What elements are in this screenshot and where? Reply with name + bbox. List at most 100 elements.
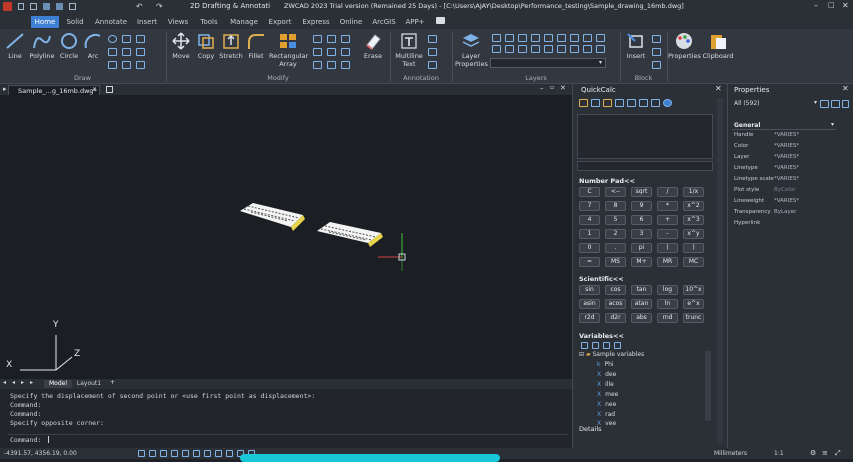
menu-icon[interactable]: ▸ [3, 85, 7, 93]
tab-app-plus[interactable]: APP+ [404, 16, 426, 28]
drawing-canvas[interactable]: X Y Z [0, 95, 572, 379]
next-layout-icon[interactable]: ▸ [21, 379, 24, 386]
circle-tool[interactable]: Circle [57, 32, 81, 60]
dimension-icon[interactable] [428, 35, 437, 43]
lineweight-toggle-icon[interactable] [204, 450, 211, 457]
variable-item[interactable]: k Phi [597, 361, 614, 368]
properties-tool[interactable]: Properties [668, 32, 701, 60]
layer-filter-icon[interactable] [596, 45, 605, 53]
arc-tool[interactable]: Arc [82, 32, 104, 60]
layer-lock-icon[interactable] [518, 34, 527, 42]
open-icon[interactable] [30, 3, 37, 10]
get-coordinates-icon[interactable] [615, 99, 624, 107]
layer-properties-tool[interactable]: Layer Properties [455, 32, 488, 68]
first-layout-icon[interactable]: ◂ [3, 379, 6, 386]
property-layer[interactable]: Layer *VARIES* [734, 154, 848, 165]
selection-cycling-icon[interactable] [226, 450, 233, 457]
clipboard-tool[interactable]: Clipboard [702, 32, 734, 60]
layer-dropdown[interactable]: ▾ [490, 58, 606, 68]
save-icon[interactable] [43, 3, 50, 10]
key-plus[interactable]: + [657, 215, 678, 225]
clear-history-icon[interactable] [591, 99, 600, 107]
variable-item[interactable]: Xnee [597, 401, 616, 408]
key-9[interactable]: 9 [631, 201, 652, 211]
otrack-toggle-icon[interactable] [193, 450, 200, 457]
property-lineweight[interactable]: Lineweight *VARIES* [734, 198, 848, 209]
fillet-tool[interactable]: Fillet [245, 32, 267, 60]
attribute-icon[interactable] [652, 61, 661, 69]
layer-delete-icon[interactable] [596, 34, 605, 42]
tab-tools[interactable]: Tools [197, 16, 221, 28]
expression-input[interactable] [577, 161, 713, 171]
key-r2d[interactable]: r2d [579, 313, 600, 323]
variable-item[interactable]: Xrad [597, 411, 615, 418]
key-asin[interactable]: asin [579, 299, 600, 309]
property-transparency[interactable]: Transparency ByLayer [734, 209, 848, 220]
property-linetype[interactable]: Linetype *VARIES* [734, 165, 848, 176]
grid-toggle-icon[interactable] [138, 450, 145, 457]
paste-value-icon[interactable] [603, 99, 612, 107]
tab-annotate[interactable]: Annotate [93, 16, 129, 28]
rectangular-array-tool[interactable]: Rectangular Array [269, 32, 308, 68]
units-selector[interactable]: Millimeters [714, 450, 747, 457]
snap-toggle-icon[interactable] [149, 450, 156, 457]
layer-unisolate-icon[interactable] [531, 45, 540, 53]
layer-copy-icon[interactable] [557, 45, 566, 53]
edit-variable-icon[interactable] [592, 342, 599, 349]
tab-home[interactable]: Home [31, 16, 59, 28]
ribbon-toggle-icon[interactable] [436, 17, 445, 24]
layer-match-icon[interactable] [544, 34, 553, 42]
rectangle-icon[interactable] [108, 48, 117, 56]
key-reciprocal[interactable]: 1/x [683, 187, 704, 197]
leader-icon[interactable] [428, 48, 437, 56]
delete-variable-icon[interactable] [603, 342, 610, 349]
doc-tab-close-icon[interactable]: ✕ [92, 86, 97, 93]
properties-close-icon[interactable]: ✕ [842, 84, 849, 93]
add-layout-icon[interactable]: + [110, 379, 115, 386]
key-memory-clear[interactable]: MC [683, 257, 704, 267]
selection-dropdown[interactable]: All (592) ▾ [733, 99, 819, 109]
move-tool[interactable]: Move [170, 32, 192, 60]
tab-solid[interactable]: Solid [63, 16, 87, 28]
key-divide[interactable]: / [657, 187, 678, 197]
variables-group-item[interactable]: ⊟ ▰ Sample variables [579, 351, 644, 358]
drawing-block-left[interactable] [240, 203, 305, 231]
osnap-toggle-icon[interactable] [182, 450, 189, 457]
rotate-icon[interactable] [327, 48, 336, 56]
minimize-icon[interactable]: – [814, 1, 818, 10]
saveas-icon[interactable] [56, 3, 63, 10]
quickcalc-close-icon[interactable]: ✕ [715, 84, 722, 93]
tab-views[interactable]: Views [166, 16, 190, 28]
layer-isolate-icon[interactable] [531, 34, 540, 42]
intersection-icon[interactable] [651, 99, 660, 107]
offset-icon[interactable] [341, 35, 350, 43]
trim-icon[interactable] [313, 35, 322, 43]
app-logo-icon[interactable] [3, 2, 12, 11]
command-input[interactable]: Command: [8, 434, 568, 444]
new-tab-icon[interactable] [106, 86, 113, 93]
variables-scrollbar[interactable] [705, 351, 711, 421]
key-sin[interactable]: sin [579, 285, 600, 295]
property-plot-style[interactable]: Plot style ByColor [734, 187, 848, 198]
key-trunc[interactable]: trunc [683, 313, 704, 323]
workspace-gear-icon[interactable]: ⚙ [810, 449, 816, 457]
layer-on-icon[interactable] [492, 34, 501, 42]
scale-icon[interactable] [327, 61, 336, 69]
key-abs[interactable]: abs [631, 313, 652, 323]
polygon-icon[interactable] [122, 61, 131, 69]
layer-thaw-icon[interactable] [505, 45, 514, 53]
key-8[interactable]: 8 [605, 201, 626, 211]
tab-express[interactable]: Express [301, 16, 331, 28]
layer-merge-icon[interactable] [583, 34, 592, 42]
tab-export[interactable]: Export [266, 16, 294, 28]
dynamic-input-toggle-icon[interactable] [215, 450, 222, 457]
distance-icon[interactable] [627, 99, 636, 107]
viewport-minimize-icon[interactable]: – [540, 84, 544, 92]
tab-insert[interactable]: Insert [134, 16, 160, 28]
multiline-text-tool[interactable]: Multiline Text [393, 32, 425, 68]
layer-off-icon[interactable] [492, 45, 501, 53]
mirror-icon[interactable] [327, 35, 336, 43]
angle-icon[interactable] [639, 99, 648, 107]
key-equals[interactable]: = [579, 257, 600, 267]
layer-previous-icon[interactable] [557, 34, 566, 42]
